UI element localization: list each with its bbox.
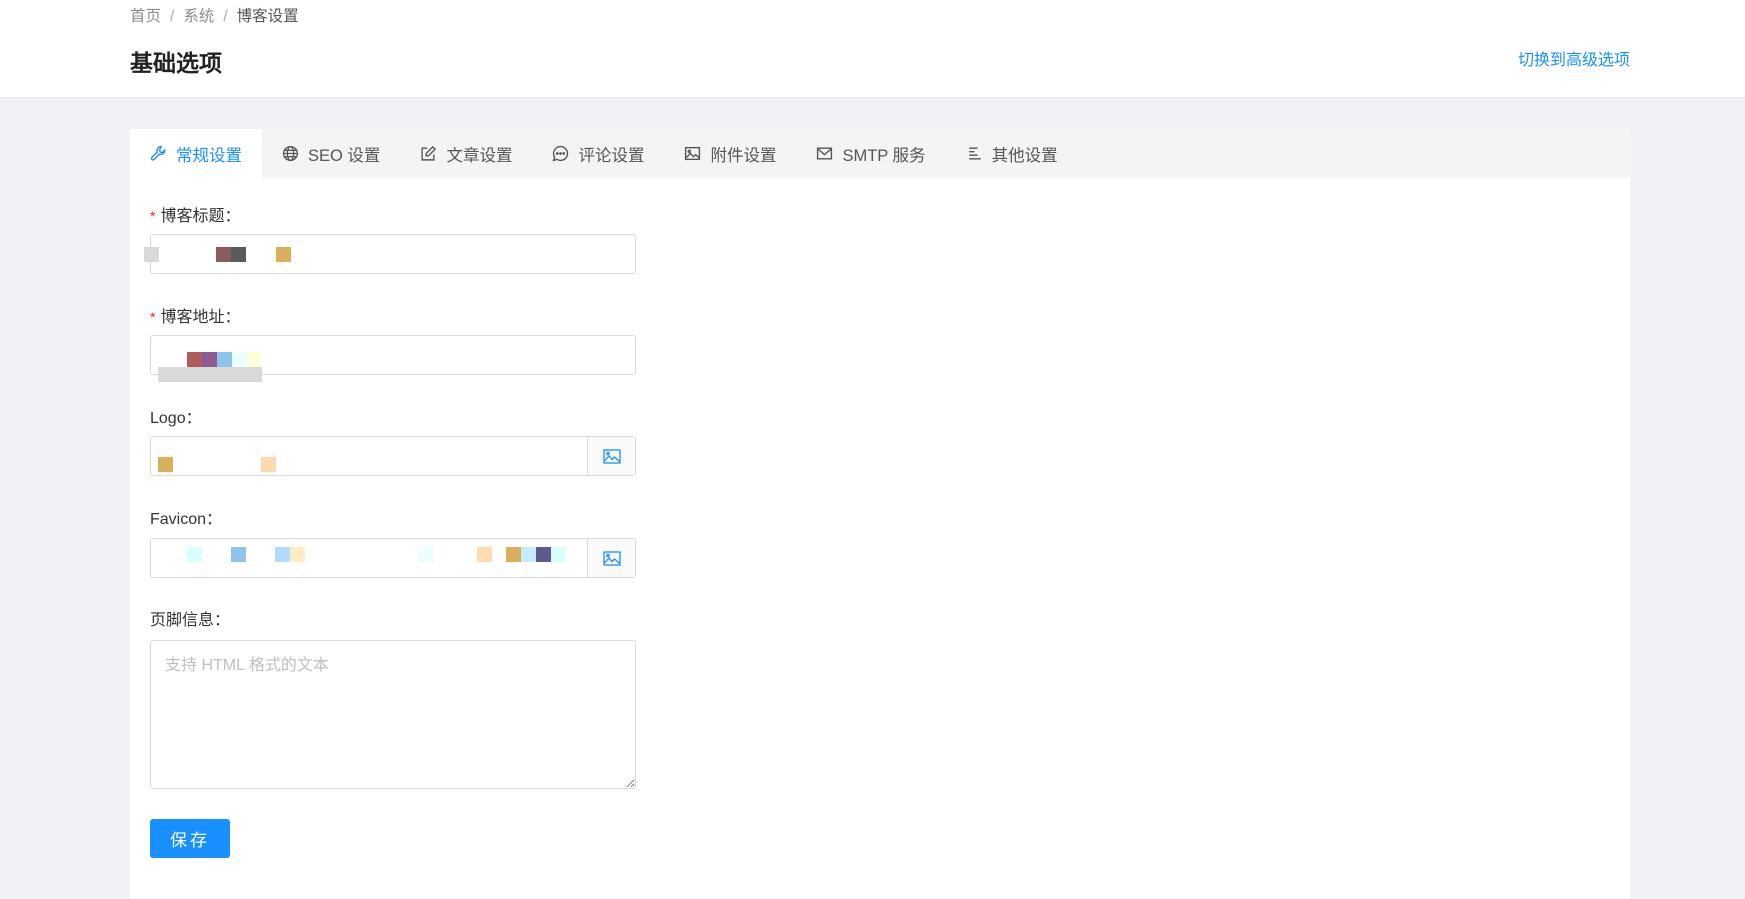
redacted-pixel (419, 547, 434, 562)
blog-title-label: * 博客标题： (150, 202, 240, 226)
redacted-pixel (158, 367, 262, 382)
tab-label: SEO 设置 (308, 146, 381, 165)
settings-card: 常规设置 SEO 设置 文章设置 评论设置 附件设置 SMTP 服务 其他设置 … (130, 129, 1630, 899)
page-title: 基础选项 (130, 50, 222, 76)
tab-attachment[interactable]: 附件设置 (664, 129, 796, 178)
redacted-pixel (290, 547, 305, 562)
tab-post[interactable]: 文章设置 (400, 129, 532, 178)
breadcrumb-current: 博客设置 (236, 8, 299, 25)
redacted-pixel (551, 547, 566, 562)
breadcrumb-system[interactable]: 系统 (183, 8, 214, 25)
redacted-pixel (276, 247, 291, 262)
label-text: Logo： (150, 410, 202, 427)
favicon-input[interactable] (150, 538, 636, 578)
required-mark: * (150, 208, 156, 224)
tab-smtp[interactable]: SMTP 服务 (796, 129, 945, 178)
comment-icon (552, 145, 569, 162)
redacted-pixel (247, 352, 262, 367)
mail-icon (817, 147, 833, 160)
blog-url-label: * 博客地址： (150, 303, 240, 327)
tab-label: 附件设置 (710, 146, 777, 165)
label-text: Favicon： (150, 511, 223, 528)
wrench-icon (150, 145, 166, 161)
tab-bar: 常规设置 SEO 设置 文章设置 评论设置 附件设置 SMTP 服务 其他设置 (130, 129, 1630, 178)
redacted-pixel (536, 547, 551, 562)
label-text: 博客标题： (160, 208, 241, 225)
redacted-pixel (158, 457, 173, 472)
blog-title-input[interactable] (144, 234, 636, 274)
edit-icon (421, 145, 437, 161)
redacted-pixel (521, 547, 536, 562)
label-text: 博客地址： (160, 309, 241, 326)
tab-label: 文章设置 (446, 146, 513, 165)
logo-label: Logo： (150, 404, 202, 428)
favicon-pick-image-button[interactable] (587, 539, 635, 577)
tab-label: 常规设置 (176, 146, 242, 165)
redacted-pixel (217, 352, 232, 367)
logo-input[interactable] (150, 436, 636, 476)
align-left-icon (968, 147, 981, 160)
footer-textarea[interactable] (150, 640, 636, 789)
redacted-pixel (231, 547, 246, 562)
breadcrumb-separator: / (223, 8, 228, 25)
redacted-pixel (261, 457, 276, 472)
tab-other[interactable]: 其他设置 (946, 129, 1078, 178)
breadcrumb-separator: / (170, 8, 175, 25)
redacted-pixel (187, 547, 202, 562)
breadcrumb: 首页 / 系统 / 博客设置 (130, 4, 299, 26)
switch-advanced-link[interactable]: 切换到高级选项 (1518, 46, 1630, 70)
favicon-label: Favicon： (150, 505, 222, 529)
redacted-pixel (275, 547, 290, 562)
picture-icon (602, 448, 621, 464)
redacted-pixel (216, 247, 231, 262)
label-text: 页脚信息： (150, 612, 231, 629)
footer-label: 页脚信息： (150, 606, 230, 630)
page-header: 首页 / 系统 / 博客设置 基础选项 切换到高级选项 (0, 0, 1745, 98)
save-button[interactable]: 保存 (150, 819, 230, 858)
redacted-pixel (231, 247, 246, 262)
breadcrumb-home[interactable]: 首页 (130, 8, 161, 25)
tab-label: 其他设置 (991, 146, 1058, 165)
tab-label: 评论设置 (578, 146, 645, 165)
globe-icon (282, 145, 299, 162)
picture-icon (602, 550, 621, 566)
redacted-pixel (232, 352, 247, 367)
redacted-pixel (187, 352, 202, 367)
tab-general[interactable]: 常规设置 (130, 129, 262, 178)
blog-url-input[interactable] (150, 335, 636, 382)
redacted-pixel (477, 547, 492, 562)
tab-comment[interactable]: 评论设置 (532, 129, 664, 178)
image-icon (685, 146, 701, 161)
logo-pick-image-button[interactable] (587, 437, 635, 475)
required-mark: * (150, 309, 156, 325)
tab-seo[interactable]: SEO 设置 (262, 129, 400, 178)
tab-label: SMTP 服务 (842, 146, 926, 165)
redacted-pixel (202, 352, 217, 367)
redacted-pixel (144, 247, 159, 262)
redacted-pixel (506, 547, 521, 562)
